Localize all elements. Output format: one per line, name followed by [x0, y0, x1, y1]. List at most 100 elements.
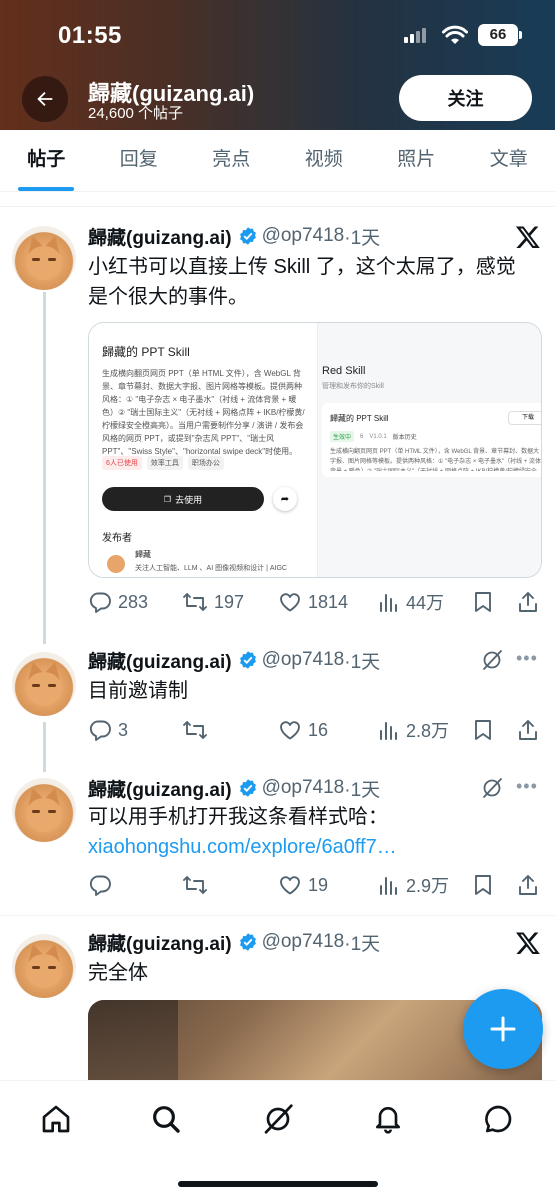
author-name[interactable]: 歸藏(guizang.ai)	[88, 223, 232, 250]
more-icon[interactable]: •••	[516, 776, 538, 797]
follow-button[interactable]: 关注	[399, 75, 532, 121]
tweet-header: 歸藏(guizang.ai) @op7418 ·1天	[88, 222, 380, 250]
tweet-header: 歸藏(guizang.ai) @op7418 ·1天	[88, 928, 380, 956]
notifications-icon	[376, 1107, 400, 1134]
tweet-time: ·1天	[344, 933, 381, 955]
author-handle: @op7418	[261, 649, 345, 670]
tweet-media-screenshot[interactable]: 歸藏的 PPT Skill 生成横向翻页网页 PPT（单 HTML 文件），含 …	[88, 322, 542, 578]
skill-detail-panel: 歸藏的 PPT Skill 生成横向翻页网页 PPT（单 HTML 文件），含 …	[89, 323, 317, 577]
share-button[interactable]	[516, 715, 540, 745]
grok-icon[interactable]	[480, 648, 504, 672]
download-button[interactable]: 下载	[508, 411, 541, 425]
profile-tabs: 帖子 回复 亮点 视频 照片 文章	[0, 130, 555, 192]
tweet-time: ·1天	[344, 779, 381, 801]
x-logo-icon	[515, 226, 540, 249]
profile-header: 01:55 66 歸藏(guizang.ai) 24,600 个帖子 关注	[0, 0, 555, 130]
share-icon	[519, 875, 537, 895]
nav-notifications[interactable]	[368, 1099, 408, 1139]
card-title: 歸藏的 PPT Skill	[330, 414, 389, 423]
author-name[interactable]: 歸藏(guizang.ai)	[88, 647, 232, 674]
avatar[interactable]	[12, 226, 76, 290]
reply-icon	[89, 592, 111, 613]
tab-replies[interactable]: 回复	[93, 130, 186, 191]
avatar[interactable]	[12, 934, 76, 998]
like-button[interactable]: 16	[278, 715, 328, 745]
publisher-label: 发布者	[102, 533, 132, 544]
tweet[interactable]: 歸藏(guizang.ai) @op7418 ·1天 ••• 可以用手机打开我这…	[0, 766, 555, 916]
bookmark-button[interactable]	[472, 587, 494, 617]
divider	[0, 193, 555, 207]
tab-photos[interactable]: 照片	[370, 130, 463, 191]
compose-button[interactable]	[463, 989, 543, 1069]
tweet-actions: 283 197 1814 44万	[88, 587, 548, 617]
skill-card[interactable]: 歸藏的 PPT Skill 生效中 6 V1.0.1 版本历史 下载 生成横向翻…	[322, 403, 541, 477]
avatar[interactable]	[12, 652, 76, 716]
card-count: 6	[360, 433, 364, 440]
author-handle: @op7418	[261, 931, 345, 952]
grok-nav-icon	[264, 1104, 293, 1134]
cellular-signal-icon	[404, 28, 426, 43]
x-logo-icon	[515, 932, 540, 955]
author-handle: @op7418	[261, 225, 345, 246]
views-icon	[380, 594, 397, 612]
bookmark-icon	[475, 875, 491, 895]
use-skill-button[interactable]: ❐ 去使用	[102, 487, 264, 511]
card-version: V1.0.1	[369, 433, 387, 440]
like-icon	[280, 876, 300, 895]
tweet-text: 可以用手机打开我这条看样式哈：	[88, 806, 388, 828]
tweet-header: 歸藏(guizang.ai) @op7418 ·1天	[88, 774, 380, 802]
reply-button[interactable]: 283	[88, 587, 148, 617]
grok-icon[interactable]	[480, 776, 504, 800]
usage-tag: 6人已使用	[102, 456, 142, 470]
bookmark-icon	[475, 720, 491, 740]
nav-grok[interactable]	[258, 1099, 298, 1139]
nav-messages[interactable]	[478, 1099, 518, 1139]
reply-icon	[89, 875, 111, 896]
nav-search[interactable]	[146, 1099, 186, 1139]
tab-videos[interactable]: 视频	[278, 130, 371, 191]
views-button[interactable]: 44万	[378, 587, 444, 617]
views-button[interactable]: 2.8万	[378, 715, 449, 745]
share-arrow-icon[interactable]: ➦	[273, 487, 297, 511]
repost-button[interactable]	[182, 715, 214, 745]
tweet-text: 完全体	[88, 962, 148, 984]
category-tag: 效率工具	[146, 456, 183, 470]
compose-plus-icon	[490, 1016, 516, 1042]
nav-home[interactable]	[36, 1099, 76, 1139]
like-button[interactable]: 1814	[278, 587, 348, 617]
bookmark-icon	[475, 592, 491, 612]
views-button[interactable]: 2.9万	[378, 870, 449, 900]
tweet[interactable]: 歸藏(guizang.ai) @op7418 ·1天 ••• 目前邀请制 3 1…	[0, 638, 555, 762]
home-indicator	[178, 1181, 378, 1187]
repost-button[interactable]: 197	[182, 587, 244, 617]
category-tag: 职场办公	[187, 456, 224, 470]
repost-button[interactable]	[182, 870, 214, 900]
copy-icon: ❐	[163, 494, 172, 504]
repost-icon	[183, 593, 207, 611]
repost-icon	[183, 721, 207, 739]
tweet-actions: 3 16 2.8万	[88, 715, 548, 745]
verified-badge-icon	[239, 779, 256, 797]
back-button[interactable]	[22, 76, 68, 122]
tweet-text: 目前邀请制	[88, 680, 188, 702]
like-button[interactable]: 19	[278, 870, 328, 900]
bookmark-button[interactable]	[472, 715, 494, 745]
author-name[interactable]: 歸藏(guizang.ai)	[88, 775, 232, 802]
card-history: 版本历史	[392, 435, 417, 441]
tweet-link[interactable]: xiaohongshu.com/explore/6a0ff7…	[88, 832, 533, 862]
more-icon[interactable]: •••	[516, 648, 538, 669]
back-arrow-icon	[37, 91, 53, 107]
author-name[interactable]: 歸藏(guizang.ai)	[88, 929, 232, 956]
tab-highlights[interactable]: 亮点	[185, 130, 278, 191]
tweet[interactable]: 歸藏(guizang.ai) @op7418 ·1天 小红书可以直接上传 Ski…	[0, 208, 555, 638]
tweet[interactable]: 歸藏(guizang.ai) @op7418 ·1天 完全体 Al	[0, 920, 555, 1080]
tab-posts[interactable]: 帖子	[0, 130, 93, 191]
share-button[interactable]	[516, 587, 540, 617]
tab-articles[interactable]: 文章	[463, 130, 555, 191]
avatar[interactable]	[12, 778, 76, 842]
share-button[interactable]	[516, 870, 540, 900]
views-icon	[380, 722, 397, 740]
bookmark-button[interactable]	[472, 870, 494, 900]
reply-button[interactable]: 3	[88, 715, 128, 745]
reply-button[interactable]	[88, 870, 118, 900]
